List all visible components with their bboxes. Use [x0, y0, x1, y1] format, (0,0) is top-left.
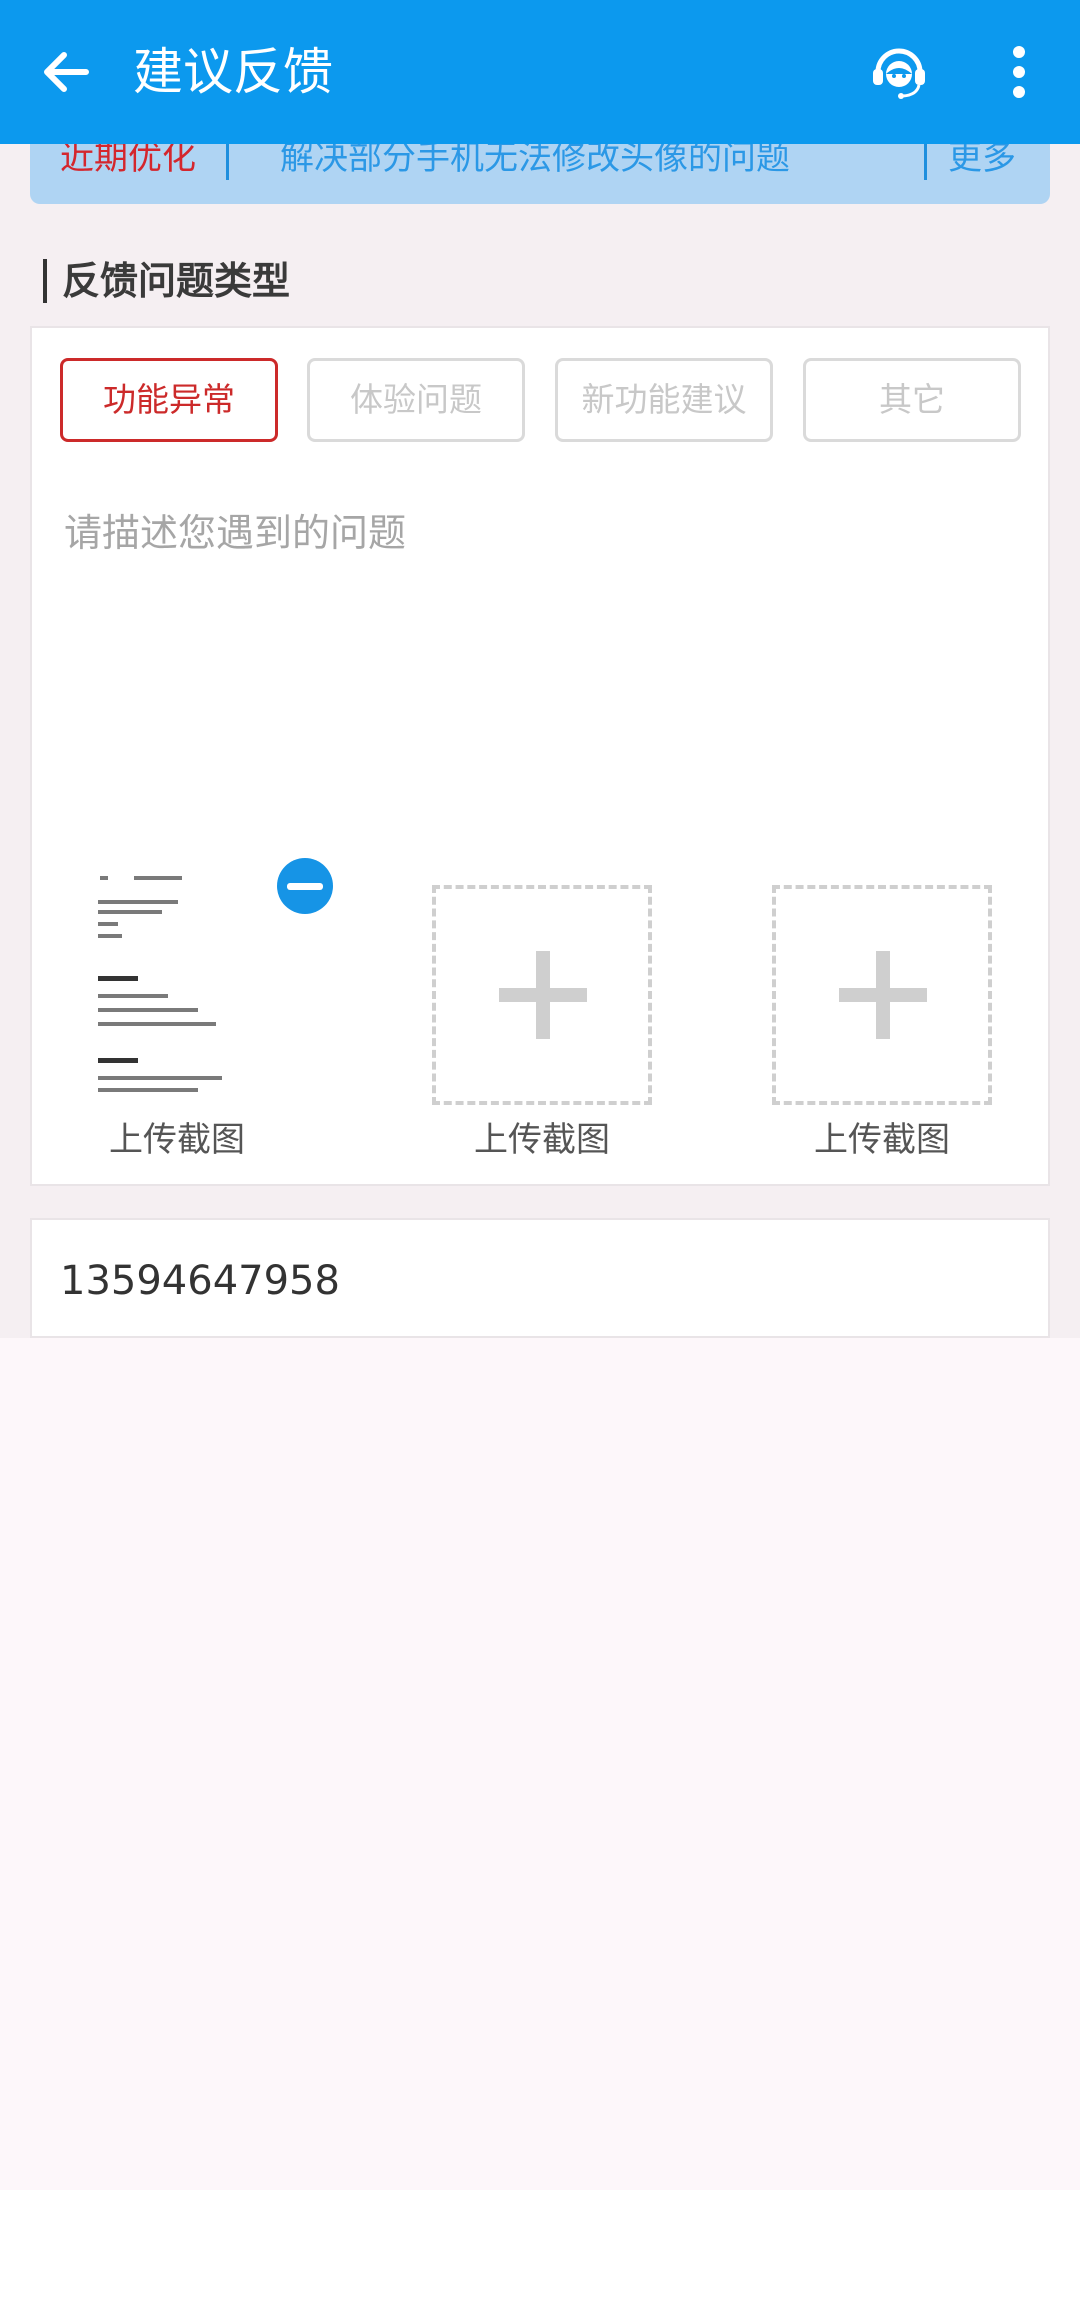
type-button-new-feature[interactable]: 新功能建议 — [555, 358, 773, 442]
empty-area — [0, 1338, 1080, 2316]
more-menu-button[interactable] — [985, 38, 1053, 106]
feedback-page: 建议反馈 近期优化 解决部分手机无法修改头像的问题 更多 反馈问题类型 功能异常… — [0, 0, 1080, 2316]
remove-image-button[interactable] — [277, 858, 333, 914]
arrow-left-icon — [44, 52, 89, 92]
section-title-marker — [43, 259, 47, 303]
type-button-experience[interactable]: 体验问题 — [307, 358, 525, 442]
feedback-card: 功能异常 体验问题 新功能建议 其它 请描述您遇到的问题 上传截图 上传截图 上… — [30, 326, 1050, 1186]
uploaded-screenshot-thumbnail[interactable] — [92, 868, 262, 1098]
upload-label-3: 上传截图 — [814, 1120, 950, 1160]
section-title: 反馈问题类型 — [62, 259, 291, 303]
upload-label-1: 上传截图 — [109, 1120, 245, 1160]
description-input[interactable]: 请描述您遇到的问题 — [64, 508, 406, 558]
contact-card: 13594647958 — [30, 1218, 1050, 1338]
upload-label-2: 上传截图 — [474, 1120, 610, 1160]
more-vertical-icon — [1013, 46, 1025, 98]
minus-icon — [287, 882, 323, 890]
upload-slot-2[interactable] — [432, 885, 652, 1105]
type-button-function-error[interactable]: 功能异常 — [60, 358, 278, 442]
upload-slot-3[interactable] — [772, 885, 992, 1105]
back-button[interactable] — [32, 38, 100, 106]
type-button-other[interactable]: 其它 — [803, 358, 1021, 442]
app-bar: 建议反馈 — [0, 0, 1080, 144]
contact-phone-field[interactable]: 13594647958 — [60, 1256, 340, 1306]
headset-icon — [873, 48, 925, 99]
customer-service-button[interactable] — [865, 38, 933, 106]
page-title: 建议反馈 — [133, 43, 333, 101]
bottom-area — [0, 2190, 1080, 2316]
